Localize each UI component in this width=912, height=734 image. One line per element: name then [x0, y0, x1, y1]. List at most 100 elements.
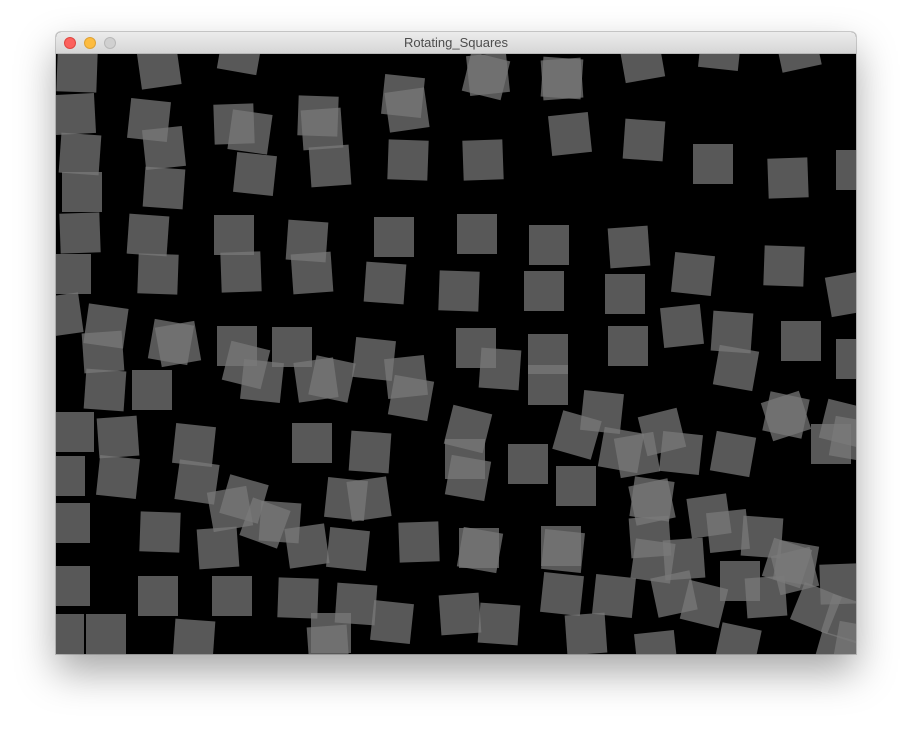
rotating-square — [308, 355, 356, 403]
rotating-square — [212, 576, 252, 616]
rotating-square — [326, 527, 370, 571]
rotating-square — [524, 271, 564, 311]
squares-drawing — [56, 54, 856, 654]
rotating-square — [767, 157, 809, 199]
rotating-square — [693, 144, 733, 184]
rotating-square — [714, 622, 762, 654]
rotating-square — [508, 444, 548, 484]
rotating-square — [660, 304, 704, 348]
rotating-square — [540, 572, 584, 616]
rotating-square — [306, 624, 350, 654]
rotating-square — [457, 214, 497, 254]
rotating-square — [541, 529, 585, 573]
rotating-square — [137, 253, 179, 295]
rotating-square — [96, 455, 140, 499]
rotating-square — [478, 347, 522, 391]
rotating-square — [605, 274, 645, 314]
rotating-square — [300, 107, 344, 151]
rotating-square — [154, 320, 202, 368]
rotating-square — [564, 612, 608, 654]
rotating-square — [56, 292, 84, 338]
rotating-square — [96, 415, 140, 459]
rotating-square — [56, 566, 90, 606]
window-title: Rotating_Squares — [403, 35, 509, 50]
rotating-square — [540, 57, 584, 101]
rotating-square — [622, 118, 666, 162]
rotating-square — [56, 54, 98, 93]
rotating-square — [292, 423, 332, 463]
rotating-square — [308, 144, 352, 188]
rotating-square — [348, 430, 392, 474]
rotating-square — [608, 326, 648, 366]
rotating-square — [172, 423, 216, 467]
rotating-square — [824, 270, 856, 318]
rotating-square — [284, 523, 330, 569]
rotating-square — [580, 390, 624, 434]
rotating-square — [277, 577, 319, 619]
rotating-square — [214, 215, 254, 255]
rotating-square — [83, 368, 127, 412]
rotating-square — [709, 430, 757, 478]
rotating-square — [548, 112, 592, 156]
rotating-square — [370, 600, 414, 644]
rotating-square — [698, 54, 742, 71]
rotating-square — [233, 152, 277, 196]
rotating-square — [398, 521, 440, 563]
rotating-square — [438, 270, 480, 312]
rotating-square — [528, 365, 568, 405]
rotating-square — [710, 310, 754, 354]
rotating-square — [477, 602, 521, 646]
rotating-square — [618, 54, 666, 84]
rotating-square — [227, 109, 273, 155]
rotating-square — [56, 614, 84, 654]
rotating-square — [240, 359, 284, 403]
rotating-square — [384, 87, 430, 133]
rotating-square — [438, 592, 482, 636]
rotating-square — [59, 212, 101, 254]
rotating-square — [712, 344, 760, 392]
rotating-square — [132, 370, 172, 410]
rotating-square — [138, 576, 178, 616]
rotating-square — [387, 374, 435, 422]
rotating-square — [272, 327, 312, 367]
rotating-square — [607, 225, 651, 269]
app-window: Rotating_Squares — [56, 32, 856, 654]
rotating-square — [56, 503, 90, 543]
rotating-square — [290, 251, 334, 295]
rotating-square — [58, 132, 102, 176]
rotating-square — [456, 526, 504, 574]
rotating-square — [139, 511, 181, 553]
rotating-square — [220, 251, 262, 293]
rotating-square — [126, 213, 170, 257]
rotating-square — [196, 526, 240, 570]
rotating-square — [781, 321, 821, 361]
rotating-square — [142, 126, 186, 170]
rotating-square — [56, 456, 85, 496]
rotating-square — [56, 254, 91, 294]
rotating-square — [172, 618, 216, 654]
title-bar[interactable]: Rotating_Squares — [56, 32, 856, 54]
rotating-square — [363, 261, 407, 305]
rotating-square — [142, 166, 186, 210]
rotating-square — [56, 92, 97, 136]
rotating-square — [836, 150, 856, 190]
rotating-square — [529, 225, 569, 265]
rotating-square — [836, 339, 856, 379]
rotating-square — [387, 139, 429, 181]
rotating-square — [592, 574, 636, 618]
rotating-square — [634, 630, 678, 654]
rotating-square — [81, 330, 125, 374]
rotating-square — [556, 466, 596, 506]
sketch-canvas[interactable] — [56, 54, 856, 654]
rotating-square — [774, 54, 822, 73]
rotating-square — [462, 139, 504, 181]
rotating-square — [62, 172, 102, 212]
rotating-square — [744, 575, 788, 619]
rotating-square — [444, 454, 492, 502]
rotating-square — [86, 614, 126, 654]
rotating-square — [763, 245, 805, 287]
rotating-square — [346, 476, 392, 522]
rotating-square — [136, 54, 182, 90]
rotating-square — [374, 217, 414, 257]
rotating-square — [56, 412, 94, 452]
